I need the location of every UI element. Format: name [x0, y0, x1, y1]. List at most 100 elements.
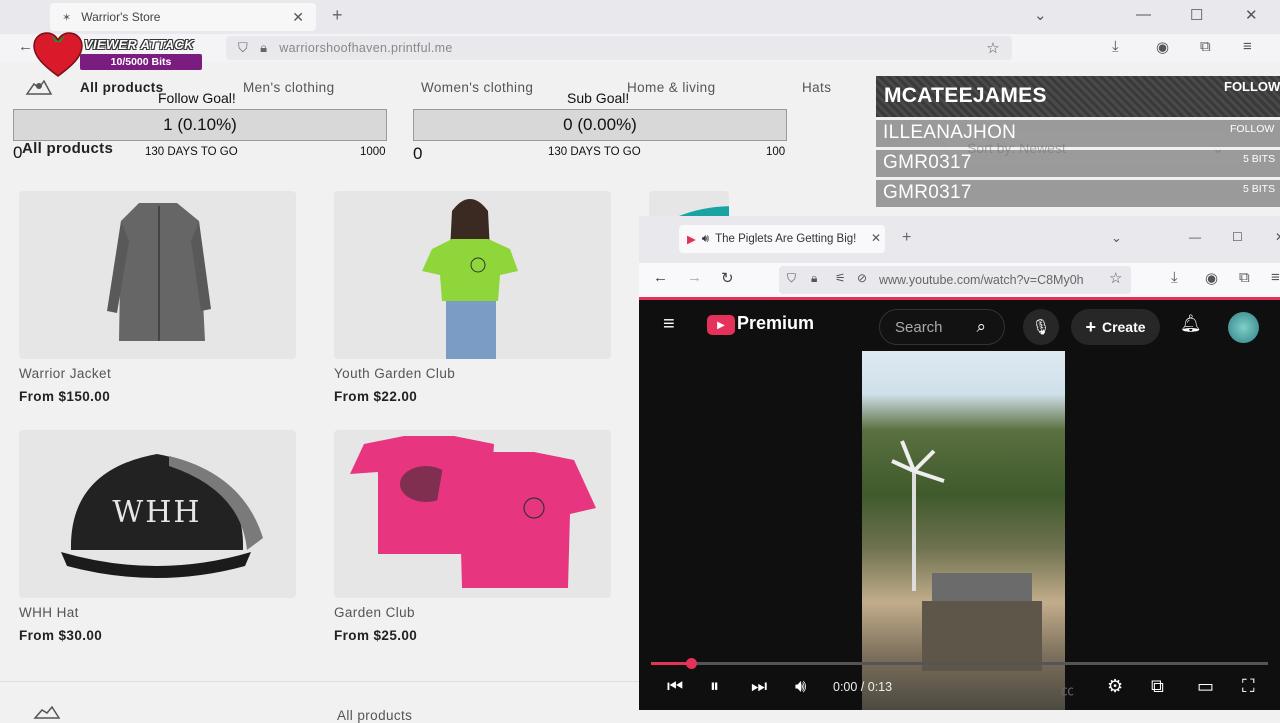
youtube-window: ▶ 🔊︎ The Piglets Are Getting Big! ✕ + ⌄ …	[639, 216, 1280, 710]
video-frame[interactable]	[862, 351, 1065, 710]
product-name[interactable]: WHH Hat	[19, 605, 79, 620]
speaker-icon[interactable]: 🔊︎	[702, 233, 709, 246]
downloads-icon[interactable]: ⤓	[1112, 38, 1119, 55]
shield-icon[interactable]: ⛉	[787, 271, 796, 286]
store-logo[interactable]	[24, 76, 54, 98]
youtube-premium-brand[interactable]: Premium	[737, 313, 814, 334]
maximize-icon[interactable]: ☐	[1190, 6, 1203, 24]
store-favicon-icon: ✶	[62, 11, 72, 24]
bookmark-star-icon[interactable]: ☆	[1109, 269, 1122, 287]
product-image-whh-hat[interactable]: WHH	[19, 430, 296, 598]
youtube-logo-icon[interactable]: ▶	[707, 315, 735, 335]
close-window-icon[interactable]: ✕	[1245, 6, 1258, 24]
product-image-garden-club[interactable]	[334, 430, 611, 598]
nav-womens-clothing[interactable]: Women's clothing	[421, 80, 533, 95]
alert-main-name: MCATEEJAMES	[884, 84, 1047, 107]
lock-icon: 🔒︎	[811, 271, 818, 285]
alert-row-tag: FOLLOW	[1230, 123, 1275, 135]
bookmark-star-icon[interactable]: ☆	[986, 39, 1000, 57]
alert-row-tag: 5 BITS	[1243, 183, 1276, 195]
sub-goal-max: 100	[766, 146, 786, 158]
tab-list-chevron-icon[interactable]: ⌄	[1111, 230, 1122, 246]
account-icon[interactable]: ◉	[1156, 38, 1169, 56]
alert-row-tag: 5 BITS	[1243, 153, 1276, 165]
fullscreen-icon[interactable]: ⛶	[1242, 676, 1255, 697]
sub-goal-days: 130 DAYS TO GO	[548, 146, 641, 158]
footer-divider	[0, 681, 640, 682]
yt-address-bar[interactable]: www.youtube.com/watch?v=C8My0h	[779, 266, 1131, 294]
product-price: From $22.00	[334, 389, 418, 404]
search-icon[interactable]: ⌕	[976, 317, 986, 337]
page-heading: All products	[22, 140, 114, 157]
menu-hamburger-icon[interactable]: ≡	[1271, 269, 1280, 286]
back-arrow-icon[interactable]: ←	[18, 38, 33, 55]
hamburger-menu-icon[interactable]: ≡	[663, 313, 675, 336]
footer-link-all-products[interactable]: All products	[337, 708, 412, 723]
forward-arrow-icon[interactable]: →	[687, 269, 702, 286]
shield-icon[interactable]: ⛉	[238, 40, 248, 56]
minimize-icon[interactable]: —	[1136, 6, 1151, 23]
nav-all-products[interactable]: All products	[80, 80, 164, 95]
product-price: From $30.00	[19, 628, 103, 643]
create-button[interactable]: + Create	[1071, 309, 1160, 345]
product-name[interactable]: Garden Club	[334, 605, 415, 620]
youtube-favicon-icon: ▶	[687, 234, 696, 246]
new-tab-icon[interactable]: +	[902, 229, 911, 247]
nav-home-living[interactable]: Home & living	[627, 80, 715, 95]
video-scrubber-knob[interactable]	[686, 658, 697, 669]
follow-goal-label: Follow Goal!	[158, 90, 236, 106]
reload-icon[interactable]: ↻	[721, 269, 734, 287]
volume-icon[interactable]: 🔊︎	[795, 676, 806, 697]
pause-icon[interactable]: ⏸	[710, 676, 719, 697]
alert-row-name: GMR0317	[883, 182, 972, 203]
back-arrow-icon[interactable]: ←	[653, 269, 668, 286]
downloads-icon[interactable]: ⤓	[1171, 269, 1178, 286]
close-tab-icon[interactable]: ✕	[292, 9, 304, 26]
product-image-youth-garden-club[interactable]	[334, 191, 611, 359]
nav-mens-clothing[interactable]: Men's clothing	[243, 80, 334, 95]
yt-browser-tab[interactable]: ▶ 🔊︎ The Piglets Are Getting Big!	[679, 225, 885, 253]
extensions-icon[interactable]: ⧉	[1200, 38, 1211, 55]
product-price: From $25.00	[334, 628, 418, 643]
new-tab-icon[interactable]: +	[332, 5, 343, 26]
permissions-icon[interactable]: ⚟	[835, 271, 846, 285]
nav-hats[interactable]: Hats	[802, 80, 831, 95]
product-name[interactable]: Youth Garden Club	[334, 366, 455, 381]
close-window-icon[interactable]: ✕	[1275, 230, 1280, 244]
account-icon[interactable]: ◉	[1205, 269, 1218, 287]
microphone-icon[interactable]: 🎙︎	[1023, 309, 1059, 345]
address-bar[interactable]: ⛉ 🔒︎ warriorshoofhaven.printful.me ☆	[226, 36, 1012, 60]
alert-main-tag: FOLLOW	[1224, 79, 1280, 94]
video-progress-track[interactable]	[651, 662, 1268, 665]
tracking-icon[interactable]: ⊘	[857, 271, 867, 285]
product-image-jacket[interactable]	[19, 191, 296, 359]
youtube-search-input[interactable]: Search ⌕	[879, 309, 1005, 345]
miniplayer-icon[interactable]: ⧉	[1151, 676, 1164, 697]
maximize-icon[interactable]: ☐	[1232, 230, 1243, 244]
avatar[interactable]	[1228, 312, 1259, 343]
yt-tab-title: The Piglets Are Getting Big!	[715, 233, 857, 245]
sub-goal-label: Sub Goal!	[567, 90, 630, 106]
next-icon[interactable]: ⏭	[751, 676, 767, 697]
address-url: warriorshoofhaven.printful.me	[279, 41, 453, 55]
browser-tab-title: Warrior's Store	[81, 10, 161, 24]
menu-hamburger-icon[interactable]: ≡	[1243, 38, 1252, 55]
viewer-attack-progress: 10/5000 Bits	[80, 54, 202, 70]
captions-icon[interactable]: ㏄	[1061, 680, 1074, 699]
sub-goal-min: 0	[413, 144, 423, 163]
yt-address-url: www.youtube.com/watch?v=C8My0h	[879, 273, 1084, 287]
product-name[interactable]: Warrior Jacket	[19, 366, 111, 381]
plus-icon: +	[1085, 316, 1096, 337]
minimize-icon[interactable]: —	[1189, 230, 1201, 244]
footer-store-logo[interactable]	[32, 704, 62, 720]
close-tab-icon[interactable]: ✕	[871, 231, 881, 245]
browser-tab[interactable]: ✶ Warrior's Store ✕	[50, 3, 316, 31]
bell-icon[interactable]: 🔔︎	[1180, 314, 1202, 334]
theater-mode-icon[interactable]: ▭	[1197, 676, 1214, 697]
follow-goal-min: 0	[13, 143, 23, 162]
previous-icon[interactable]: ⏮	[667, 676, 683, 697]
alert-row-name: GMR0317	[883, 152, 972, 173]
settings-gear-icon[interactable]: ⚙	[1107, 676, 1123, 697]
extensions-icon[interactable]: ⧉	[1239, 269, 1250, 286]
tab-list-chevron-icon[interactable]: ⌄	[1034, 6, 1047, 24]
